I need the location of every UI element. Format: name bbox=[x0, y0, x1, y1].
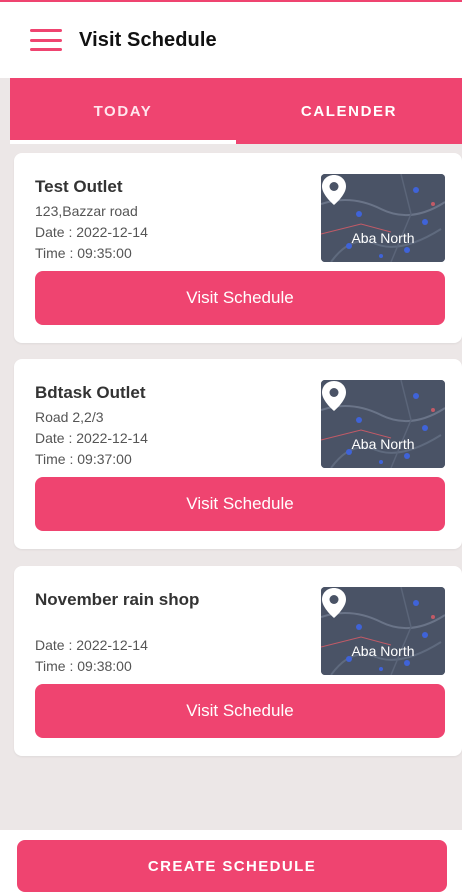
schedule-card: November rain shop Date : 2022-12-14 Tim… bbox=[14, 566, 462, 756]
tab-calender[interactable]: CALENDER bbox=[236, 78, 462, 144]
outlet-name: Test Outlet bbox=[35, 177, 123, 196]
map-thumbnail[interactable]: Aba North bbox=[321, 587, 445, 675]
schedule-time: Time : 09:37:00 bbox=[35, 451, 132, 467]
map-location-label: Aba North bbox=[351, 436, 415, 452]
app-screen: Visit Schedule TODAY CALENDER Test Outle… bbox=[0, 0, 462, 892]
bottom-action-bar: CREATE SCHEDULE bbox=[0, 830, 462, 892]
schedule-time: Time : 09:35:00 bbox=[35, 245, 132, 261]
schedule-card: Test Outlet 123,Bazzar road Date : 2022-… bbox=[14, 153, 462, 343]
visit-schedule-button[interactable]: Visit Schedule bbox=[35, 477, 445, 531]
outlet-name: Bdtask Outlet bbox=[35, 383, 146, 402]
map-thumbnail[interactable]: Aba North bbox=[321, 380, 445, 468]
outlet-name: November rain shop bbox=[35, 590, 200, 609]
map-location-label: Aba North bbox=[351, 230, 415, 246]
hamburger-menu-icon[interactable] bbox=[30, 29, 62, 51]
visit-schedule-button[interactable]: Visit Schedule bbox=[35, 271, 445, 325]
outlet-address: Road 2,2/3 bbox=[35, 409, 104, 425]
visit-schedule-button[interactable]: Visit Schedule bbox=[35, 684, 445, 738]
map-location-label: Aba North bbox=[351, 643, 415, 659]
location-pin-icon bbox=[322, 381, 346, 411]
schedule-date: Date : 2022-12-14 bbox=[35, 224, 148, 240]
schedule-date: Date : 2022-12-14 bbox=[35, 637, 148, 653]
create-schedule-button[interactable]: CREATE SCHEDULE bbox=[17, 840, 447, 892]
tab-bar: TODAY CALENDER bbox=[10, 78, 462, 144]
tab-today[interactable]: TODAY bbox=[10, 78, 236, 144]
schedule-card: Bdtask Outlet Road 2,2/3 Date : 2022-12-… bbox=[14, 359, 462, 549]
location-pin-icon bbox=[322, 588, 346, 618]
schedule-list[interactable]: Test Outlet 123,Bazzar road Date : 2022-… bbox=[0, 144, 462, 830]
app-bar: Visit Schedule bbox=[0, 2, 462, 78]
location-pin-icon bbox=[322, 175, 346, 205]
schedule-date: Date : 2022-12-14 bbox=[35, 430, 148, 446]
schedule-time: Time : 09:38:00 bbox=[35, 658, 132, 674]
map-thumbnail[interactable]: Aba North bbox=[321, 174, 445, 262]
outlet-address: 123,Bazzar road bbox=[35, 203, 138, 219]
page-title: Visit Schedule bbox=[79, 28, 217, 51]
